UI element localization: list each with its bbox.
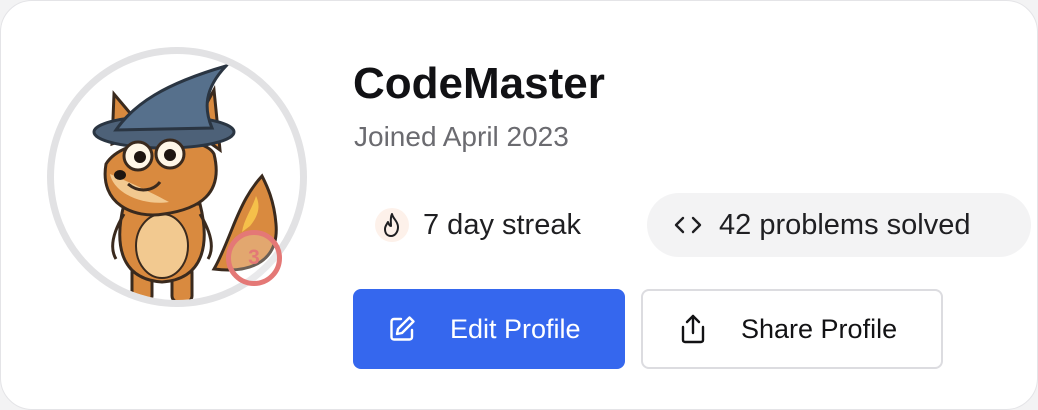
avatar[interactable]: 3 — [47, 47, 307, 307]
profile-card: 3 CodeMaster Joined April 2023 7 day str… — [0, 0, 1038, 410]
code-brackets-icon — [671, 208, 705, 242]
share-profile-button[interactable]: Share Profile — [641, 289, 943, 369]
problems-solved-label: 42 problems solved — [719, 208, 971, 241]
share-icon — [677, 313, 709, 345]
level-badge: 3 — [226, 230, 282, 286]
edit-profile-button[interactable]: Edit Profile — [353, 289, 625, 369]
username: CodeMaster — [353, 59, 605, 108]
share-profile-label: Share Profile — [741, 313, 898, 344]
streak-label: 7 day streak — [423, 208, 581, 241]
streak-stat: 7 day streak — [353, 193, 629, 257]
edit-profile-label: Edit Profile — [450, 313, 581, 344]
flame-icon — [375, 208, 409, 242]
level-number: 3 — [248, 246, 260, 269]
problems-solved-stat: 42 problems solved — [647, 193, 1031, 257]
edit-icon — [386, 313, 418, 345]
join-date: Joined April 2023 — [354, 121, 569, 152]
